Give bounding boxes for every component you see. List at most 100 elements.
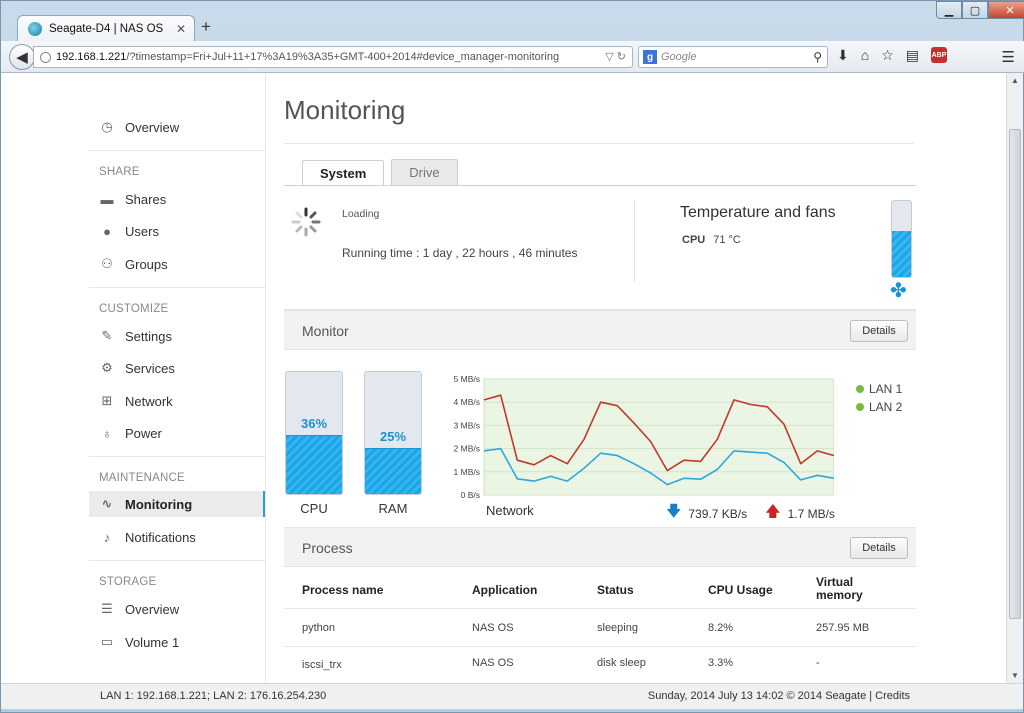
- sidebar-divider: [89, 150, 265, 151]
- sidebar-divider: [89, 560, 265, 561]
- scroll-up-icon[interactable]: ▲: [1011, 76, 1019, 85]
- wrench-icon: ✎: [101, 328, 113, 343]
- ram-gauge: 25%: [364, 371, 422, 495]
- cpu-temp-value: 71 °C: [713, 234, 741, 246]
- column-header: Process name: [302, 583, 384, 597]
- sidebar-item-label: Power: [125, 425, 162, 441]
- sidebar-item-notifications[interactable]: ♪ Notifications: [89, 524, 265, 550]
- cpu-gauge: 36%: [285, 371, 343, 495]
- scrollbar-thumb[interactable]: [1009, 129, 1021, 619]
- back-button[interactable]: ◀: [9, 44, 35, 70]
- tab-bar: Seagate-D4 | NAS OS ✕ + ▁ ▢ ✕: [1, 1, 1024, 41]
- chart-y-tick-label: 3 MB/s: [454, 420, 480, 430]
- sidebar-item-monitoring[interactable]: ∿ Monitoring: [89, 491, 265, 517]
- sidebar-item-power[interactable]: ♁ Power: [89, 420, 265, 446]
- cell-application: NAS OS: [472, 657, 514, 669]
- running-time: Running time : 1 day , 22 hours , 46 min…: [342, 246, 578, 260]
- users-group-icon: ⚇: [101, 256, 113, 271]
- column-header: CPU Usage: [708, 583, 773, 597]
- process-details-button[interactable]: Details: [850, 537, 908, 559]
- page-title: Monitoring: [284, 95, 406, 125]
- temperature-title: Temperature and fans: [680, 204, 836, 221]
- chart-y-tick-label: 2 MB/s: [454, 444, 480, 454]
- sidebar-item-shares[interactable]: ▬ Shares: [89, 186, 265, 212]
- sidebar-item-label: Groups: [125, 256, 168, 272]
- sidebar-item-label: Users: [125, 223, 159, 239]
- cpu-percent: 36%: [300, 416, 328, 431]
- sidebar-item-users[interactable]: ● Users: [89, 218, 265, 244]
- table-row[interactable]: iscsi_trx NAS OS disk sleep 3.3% -: [284, 647, 916, 683]
- minimize-button[interactable]: ▁: [936, 1, 962, 19]
- maximize-button[interactable]: ▢: [962, 1, 988, 19]
- user-icon: ●: [103, 223, 111, 239]
- hamburger-menu-icon[interactable]: ☰: [1002, 48, 1015, 66]
- reload-icon[interactable]: ▽ ↻: [605, 50, 626, 63]
- ram-gauge-fill: [365, 448, 421, 494]
- legend-item-lan2: LAN 2: [856, 398, 902, 416]
- adblock-icon[interactable]: ABP: [931, 47, 947, 63]
- legend-item-lan1: LAN 1: [856, 380, 902, 398]
- chart-y-tick-label: 0 B/s: [461, 490, 480, 500]
- table-row[interactable]: python NAS OS sleeping 8.2% 257.95 MB: [284, 609, 916, 647]
- table-header-row: Process name Application Status CPU Usag…: [284, 569, 916, 609]
- home-icon[interactable]: ⌂: [861, 47, 869, 64]
- sidebar-item-volume[interactable]: ▭ Volume 1: [89, 629, 265, 655]
- monitor-title: Monitor: [302, 323, 349, 339]
- search-box[interactable]: g Google ⚲: [638, 46, 828, 68]
- close-tab-icon[interactable]: ✕: [176, 22, 186, 36]
- legend-label: LAN 1: [869, 382, 903, 396]
- lightbulb-icon: ♁: [102, 425, 112, 441]
- toolbar-icons: ⬇ ⌂ ☆ ▤ ABP: [837, 47, 947, 64]
- loading-spinner-icon: [291, 207, 321, 237]
- ram-percent: 25%: [379, 429, 407, 444]
- download-icon[interactable]: ⬇: [837, 47, 849, 64]
- search-placeholder: Google: [661, 51, 697, 63]
- sidebar-item-services[interactable]: ⚙ Services: [89, 355, 265, 381]
- cell-virtual-memory: -: [816, 657, 820, 669]
- monitor-details-button[interactable]: Details: [850, 320, 908, 342]
- google-icon: g: [643, 50, 657, 64]
- page-scrollbar[interactable]: ▲ ▼: [1006, 73, 1023, 683]
- date-copyright: Sunday, 2014 July 13 14:02 © 2014 Seagat…: [647, 690, 910, 702]
- cell-process-name: iscsi_trx: [302, 659, 342, 671]
- network-chart: 0 B/s 1 MB/s 2 MB/s 3 MB/s 4 MB/s 5 MB/s: [454, 374, 834, 500]
- cpu-gauge-label: CPU: [300, 501, 328, 516]
- sidebar-divider: [89, 287, 265, 288]
- sidebar-item-overview[interactable]: ◷ Overview: [89, 114, 265, 140]
- dashboard-icon: ◷: [101, 119, 113, 134]
- sidebar-section-customize: CUSTOMIZE: [99, 303, 169, 315]
- tab-drive[interactable]: Drive: [391, 159, 458, 185]
- address-bar[interactable]: 192.168.1.221 /?timestamp=Fri+Jul+11+17%…: [33, 46, 633, 68]
- sidebar-item-label: Settings: [125, 328, 172, 344]
- close-window-button[interactable]: ✕: [988, 1, 1024, 19]
- column-header: Application: [472, 583, 538, 597]
- new-tab-button[interactable]: +: [201, 17, 211, 37]
- legend-dot-icon: [856, 385, 864, 393]
- network-rates: 🡇 739.7 KB/s 🡅 1.7 MB/s: [666, 501, 835, 526]
- summary-divider: [634, 200, 635, 282]
- scroll-down-icon[interactable]: ▼: [1011, 671, 1019, 680]
- sidebar-item-settings[interactable]: ✎ Settings: [89, 323, 265, 349]
- window-controls: ▁ ▢ ✕: [936, 1, 1024, 19]
- sidebar-item-storage-overview[interactable]: ☰ Overview: [89, 596, 265, 622]
- bookmarks-list-icon[interactable]: ▤: [906, 47, 919, 64]
- search-icon[interactable]: ⚲: [813, 50, 822, 64]
- upload-rate: 1.7 MB/s: [787, 506, 835, 521]
- chart-y-tick-label: 5 MB/s: [454, 374, 480, 384]
- network-legend: LAN 1 LAN 2: [856, 380, 902, 416]
- bookmark-star-icon[interactable]: ☆: [881, 47, 894, 64]
- tab-system[interactable]: System: [302, 160, 385, 186]
- legend-label: LAN 2: [869, 400, 903, 414]
- chart-plot-area: [483, 378, 834, 496]
- sidebar-item-groups[interactable]: ⚇ Groups: [89, 251, 265, 277]
- legend-dot-icon: [856, 403, 864, 411]
- cell-application: NAS OS: [472, 622, 514, 634]
- sidebar-item-network[interactable]: ⊞ Network: [89, 388, 265, 414]
- sidebar-item-label: Overview: [125, 119, 180, 135]
- browser-tab[interactable]: Seagate-D4 | NAS OS ✕: [17, 15, 195, 41]
- server-icon: ☰: [101, 601, 113, 616]
- tab-title: Seagate-D4 | NAS OS: [49, 22, 164, 35]
- title-divider: [284, 143, 914, 144]
- sidebar-item-label: Volume 1: [125, 634, 180, 650]
- sidebar-section-storage: STORAGE: [99, 576, 157, 588]
